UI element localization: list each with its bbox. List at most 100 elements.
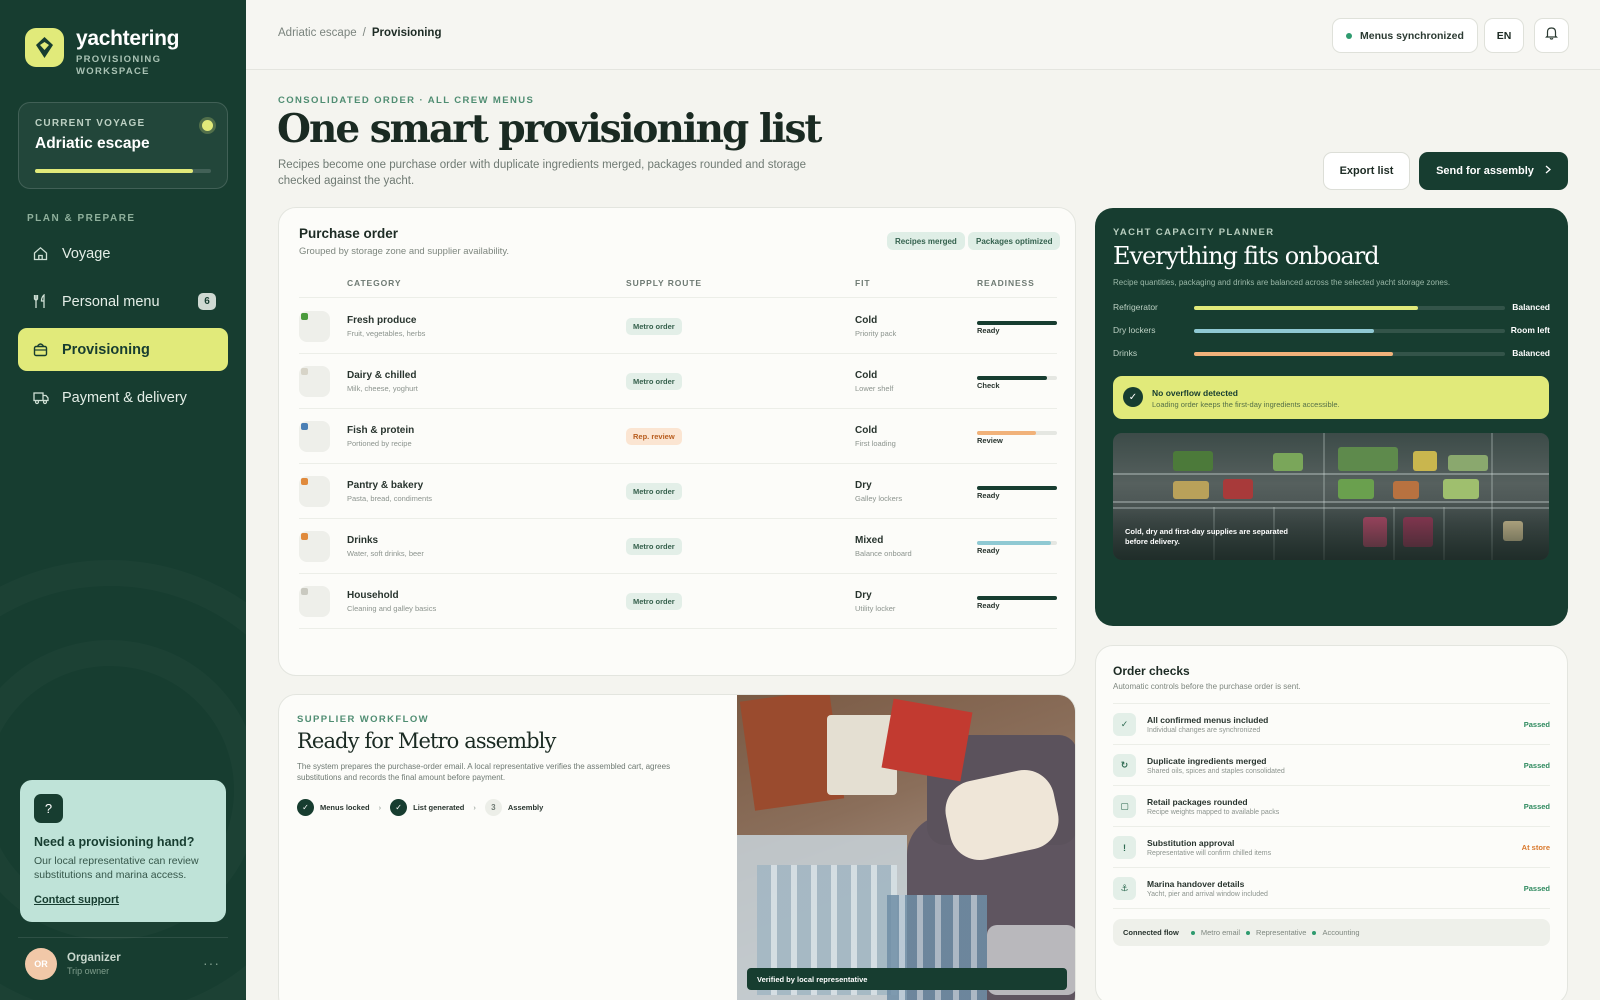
avatar: OR xyxy=(25,948,57,980)
fit-value: Dry xyxy=(855,480,872,491)
category-name: Dairy & chilled xyxy=(347,370,417,381)
page-title: One smart provisioning list xyxy=(277,106,822,152)
language-button[interactable]: EN xyxy=(1484,18,1524,53)
connected-flow-label: Connected flow xyxy=(1123,928,1179,937)
brand[interactable]: yachtering PROVISIONING WORKSPACE xyxy=(25,28,186,78)
supply-route-badge: Metro order xyxy=(626,483,682,500)
help-title: Need a provisioning hand? xyxy=(34,835,195,849)
table-row[interactable]: Fresh produce Fruit, vegetables, herbs Met… xyxy=(299,299,1057,354)
export-list-button[interactable]: Export list xyxy=(1323,152,1410,190)
table-row[interactable]: Drinks Water, soft drinks, beer Metro orde… xyxy=(299,519,1057,574)
order-checks-list: ✓ All confirmed menus included Individual … xyxy=(1113,703,1550,909)
planner-eyebrow: YACHT CAPACITY PLANNER xyxy=(1113,227,1275,238)
current-voyage-card[interactable]: CURRENT VOYAGE Adriatic escape xyxy=(18,102,228,189)
category-thumbnail xyxy=(299,366,330,397)
readiness-bar xyxy=(977,321,1057,325)
check-status: At store xyxy=(1521,843,1550,852)
check-item[interactable]: ✓ All confirmed menus included Individual … xyxy=(1113,704,1550,745)
storage-zone-status: Balanced xyxy=(1512,302,1550,312)
category-description: Fruit, vegetables, herbs xyxy=(347,329,426,338)
category-thumbnail xyxy=(299,311,330,342)
check-title: Duplicate ingredients merged xyxy=(1147,756,1267,766)
connected-flow: Connected flow Metro email Representativ… xyxy=(1113,919,1550,946)
table-row[interactable]: Dairy & chilled Milk, cheese, yoghurt Metr… xyxy=(299,354,1057,409)
fit-description: First loading xyxy=(855,439,896,448)
step-list-generated: List generated xyxy=(413,803,465,812)
readiness-label: Ready xyxy=(977,491,1000,500)
check-status: Passed xyxy=(1523,720,1550,729)
category-description: Portioned by recipe xyxy=(347,439,412,448)
send-for-assembly-button[interactable]: Send for assembly xyxy=(1419,152,1568,190)
brand-subtitle: PROVISIONING WORKSPACE xyxy=(76,54,162,77)
sidebar-item-payment-delivery[interactable]: Payment & delivery xyxy=(18,376,228,419)
storage-zone-row: Drinks Balanced xyxy=(1113,348,1550,362)
fit-description: Galley lockers xyxy=(855,494,903,503)
topbar: Adriatic escape / Provisioning Menus synch… xyxy=(246,0,1600,70)
purchase-order-subtitle: Grouped by storage zone and supplier ava… xyxy=(299,246,510,257)
sidebar-item-label: Provisioning xyxy=(62,341,150,358)
current-voyage-name: Adriatic escape xyxy=(35,135,150,152)
bell-icon xyxy=(1545,26,1558,45)
fit-description: Utility locker xyxy=(855,604,896,613)
check-item[interactable]: ▢ Retail packages rounded Recipe weights m… xyxy=(1113,786,1550,827)
user-profile[interactable]: OR Organizer Trip owner xyxy=(25,948,121,980)
check-status: Passed xyxy=(1523,884,1550,893)
sidebar: yachtering PROVISIONING WORKSPACE CURREN… xyxy=(0,0,246,1000)
check-item[interactable]: ↻ Duplicate ingredients merged Shared oils… xyxy=(1113,745,1550,786)
step-number-icon: 3 xyxy=(484,799,502,816)
workflow-steps: ✓ Menus locked › ✓ List generated › 3 As… xyxy=(297,799,543,816)
planner-subtitle: Recipe quantities, packaging and drinks … xyxy=(1113,278,1451,287)
photo-caption: Cold, dry and first-day supplies are sep… xyxy=(1125,527,1288,546)
storage-zone-name: Refrigerator xyxy=(1113,302,1158,312)
readiness-label: Check xyxy=(977,381,1000,390)
table-row[interactable]: Household Cleaning and galley basics Metro… xyxy=(299,574,1057,629)
table-row[interactable]: Fish & protein Portioned by recipe Rep. re… xyxy=(299,409,1057,464)
menu-count-badge: 6 xyxy=(198,293,216,310)
sidebar-item-label: Payment & delivery xyxy=(62,389,187,406)
user-name: Organizer xyxy=(67,952,121,964)
contact-support-link[interactable]: Contact support xyxy=(34,894,119,906)
fit-description: Balance onboard xyxy=(855,549,912,558)
sync-status-pill[interactable]: Menus synchronized xyxy=(1332,18,1478,53)
category-name: Household xyxy=(347,590,399,601)
check-title: Substitution approval xyxy=(1147,838,1235,848)
storage-zone-row: Refrigerator Balanced xyxy=(1113,302,1550,316)
check-description: Shared oils, spices and staples consolid… xyxy=(1147,768,1285,775)
nav-section-title: PLAN & PREPARE xyxy=(27,213,136,224)
storage-zone-bar xyxy=(1194,352,1505,356)
check-description: Yacht, pier and arrival window included xyxy=(1147,891,1268,898)
readiness-bar xyxy=(977,376,1057,380)
more-options-icon[interactable]: ··· xyxy=(203,955,220,971)
check-description: Representative will confirm chilled item… xyxy=(1147,850,1272,857)
user-role: Trip owner xyxy=(67,966,110,976)
readiness-bar xyxy=(977,596,1057,600)
breadcrumb-separator: / xyxy=(362,27,366,39)
storage-zone-bar xyxy=(1194,329,1505,333)
readiness-label: Ready xyxy=(977,601,1000,610)
help-text: Our local representative can review subs… xyxy=(34,855,199,881)
check-status-icon: ! xyxy=(1113,836,1136,859)
step-arrow-icon: › xyxy=(473,803,476,812)
flow-dot xyxy=(1246,930,1251,935)
check-status-icon: ⚓ xyxy=(1113,877,1136,900)
current-voyage-label: CURRENT VOYAGE xyxy=(35,118,146,129)
category-description: Cleaning and galley basics xyxy=(347,604,437,613)
truck-icon xyxy=(32,389,49,406)
check-description: Recipe weights mapped to available packs xyxy=(1147,809,1280,816)
breadcrumb-voyage[interactable]: Adriatic escape xyxy=(278,27,357,39)
check-item[interactable]: ⚓ Marina handover details Yacht, pier and … xyxy=(1113,868,1550,909)
notifications-button[interactable] xyxy=(1534,18,1569,53)
planner-title: Everything fits onboard xyxy=(1113,242,1380,270)
category-description: Pasta, bread, condiments xyxy=(347,494,433,503)
readiness-label: Ready xyxy=(977,326,1000,335)
sidebar-item-provisioning[interactable]: Provisioning xyxy=(18,328,228,371)
table-row[interactable]: Pantry & bakery Pasta, bread, condiments M… xyxy=(299,464,1057,519)
step-check-icon: ✓ xyxy=(297,799,314,816)
sidebar-item-voyage[interactable]: Voyage xyxy=(18,232,228,275)
verified-badge: Verified by local representative xyxy=(747,968,1067,990)
supplier-title: Ready for Metro assembly xyxy=(297,729,556,753)
check-item[interactable]: ! Substitution approval Representative wil… xyxy=(1113,827,1550,868)
sidebar-item-personal-menu[interactable]: Personal menu 6 xyxy=(18,280,228,323)
step-arrow-icon: › xyxy=(378,803,382,812)
sidebar-item-label: Personal menu xyxy=(62,293,160,310)
